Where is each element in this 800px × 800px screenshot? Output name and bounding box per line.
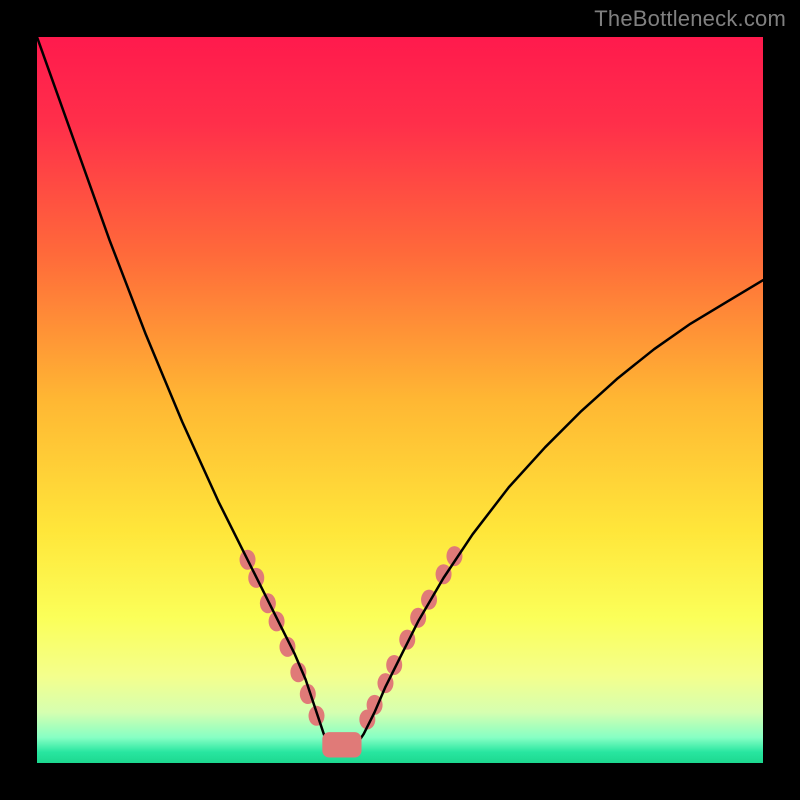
watermark-text: TheBottleneck.com: [594, 6, 786, 32]
curve-layer: [37, 37, 763, 763]
marker-dots: [240, 546, 463, 729]
chart-frame: TheBottleneck.com: [0, 0, 800, 800]
trough-bar: [322, 732, 361, 757]
plot-area: [37, 37, 763, 763]
